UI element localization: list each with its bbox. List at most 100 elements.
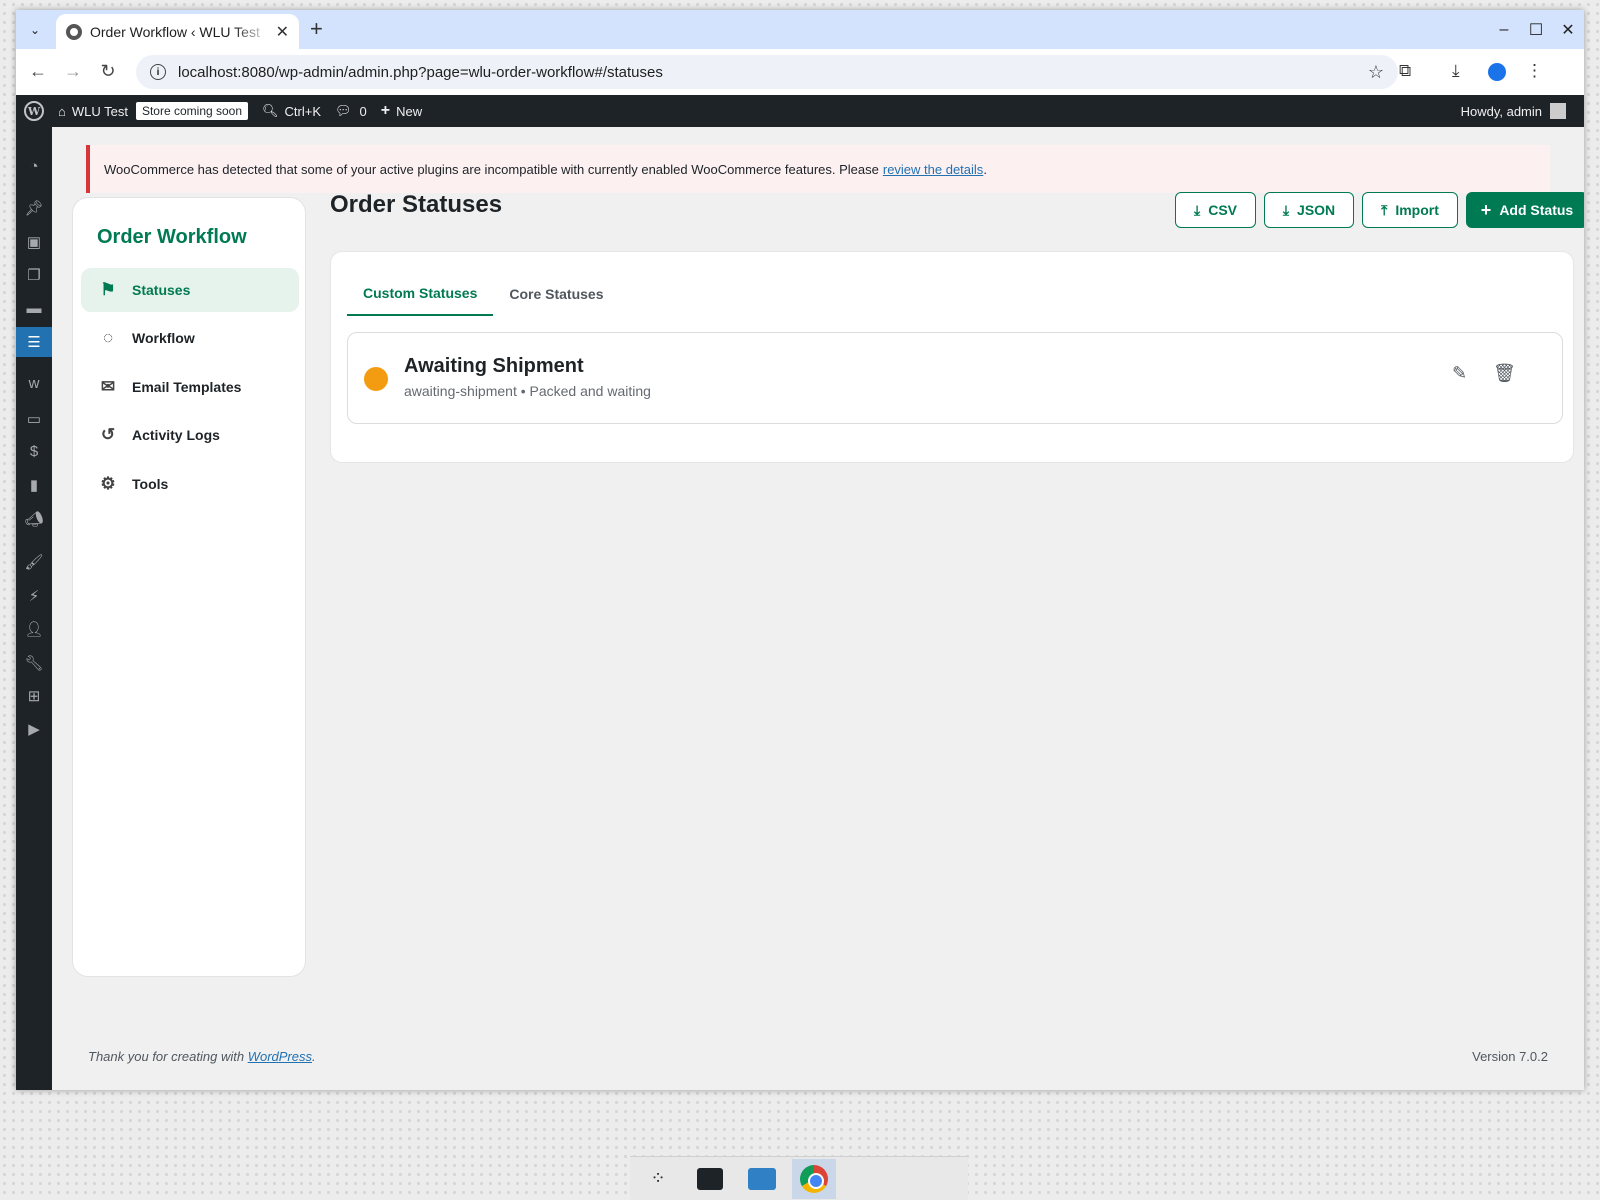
sidebar-item-label: Email Templates	[132, 379, 242, 395]
comments-link[interactable]: 💬︎ 0	[335, 103, 367, 119]
import-button[interactable]: ⤒ Import	[1362, 192, 1458, 228]
wp-admin-bar: W ⌂ WLU Test Store coming soon 🔍︎ Ctrl+K…	[16, 95, 1584, 127]
command-palette-link[interactable]: 🔍︎ Ctrl+K	[262, 103, 321, 119]
delete-trash-icon[interactable]: 🗑︎	[1493, 363, 1516, 384]
status-name: Awaiting Shipment	[404, 355, 584, 377]
add-status-button[interactable]: + Add Status	[1466, 192, 1584, 228]
upload-icon: ⤒	[1381, 201, 1388, 218]
order-workflow-menu-icon[interactable]: ☰	[16, 327, 52, 357]
sidebar-item-tools[interactable]: ⚙ Tools	[81, 462, 299, 506]
extensions-icon[interactable]: ⧉	[1399, 61, 1411, 81]
browser-tab[interactable]: Order Workflow ‹ WLU Test ✕	[56, 14, 299, 49]
search-icon: 🔍︎	[262, 103, 279, 118]
files-app-icon[interactable]	[740, 1159, 784, 1199]
wp-version: Version 7.0.2	[1472, 1049, 1548, 1064]
page-title: Order Statuses	[330, 191, 503, 218]
wordpress-link[interactable]: WordPress	[248, 1049, 312, 1064]
profile-avatar-icon[interactable]	[1488, 63, 1506, 81]
reload-icon[interactable]: ↻	[96, 61, 120, 82]
workflow-icon: ◌	[102, 328, 114, 347]
comments-menu-icon[interactable]: ▬	[16, 293, 52, 323]
site-name: WLU Test	[71, 103, 128, 119]
status-tabs: Custom Statuses Core Statuses	[347, 272, 620, 316]
envelope-icon: ✉	[100, 377, 116, 396]
search-shortcut: Ctrl+K	[284, 103, 322, 119]
export-csv-button[interactable]: ⤓ CSV	[1175, 192, 1256, 228]
site-info-icon[interactable]: i	[150, 64, 166, 80]
status-row: Awaiting Shipment awaiting-shipment • Pa…	[347, 332, 1563, 424]
wp-admin-menu: ◔ 📌︎ ▣ ❐ ▬ ☰ w ▭ $ ▮ 📣︎ 🖌︎ ⚡︎ 👤︎ 🔧︎ ⊞ ▶	[16, 127, 52, 1090]
downloads-icon[interactable]: ⤓	[1452, 61, 1460, 81]
sidebar-item-activity-logs[interactable]: ↺ Activity Logs	[81, 413, 299, 457]
payments-icon[interactable]: $	[16, 436, 52, 466]
gear-icon: ⚙	[100, 474, 116, 493]
new-content-link[interactable]: + New	[381, 102, 422, 120]
posts-icon[interactable]: 📌︎	[16, 193, 52, 223]
back-icon[interactable]: ←	[26, 61, 50, 82]
plugin-title: Order Workflow	[97, 226, 247, 248]
download-icon: ⤓	[1194, 201, 1201, 218]
browser-menu-icon[interactable]: ⋮	[1526, 61, 1543, 81]
howdy-text: Howdy, admin	[1460, 103, 1542, 119]
products-icon[interactable]: ▭	[16, 404, 52, 434]
history-icon: ↺	[100, 425, 116, 444]
bookmark-star-icon[interactable]: ☆	[1368, 62, 1384, 83]
woocommerce-notice: WooCommerce has detected that some of yo…	[86, 145, 1550, 193]
appearance-icon[interactable]: 🖌︎	[16, 547, 52, 577]
edit-pencil-icon[interactable]: ✎	[1452, 363, 1467, 384]
pages-icon[interactable]: ❐	[16, 260, 52, 290]
review-details-link[interactable]: review the details	[883, 162, 983, 177]
chrome-app-icon[interactable]	[792, 1158, 836, 1199]
minimize-icon[interactable]: –	[1488, 21, 1520, 39]
account-menu[interactable]: Howdy, admin	[1461, 103, 1566, 119]
export-json-button[interactable]: ⤓ JSON	[1264, 192, 1354, 228]
os-taskbar: ⁘	[630, 1156, 968, 1200]
site-name-link[interactable]: ⌂ WLU Test Store coming soon	[58, 102, 249, 120]
footer-thanks-prefix: Thank you for creating with	[88, 1049, 245, 1064]
close-tab-icon[interactable]: ✕	[276, 22, 289, 42]
add-status-label: Add Status	[1499, 202, 1574, 218]
wordpress-logo-icon[interactable]: W	[24, 101, 44, 121]
tab-core-statuses[interactable]: Core Statuses	[493, 272, 619, 316]
sidebar-item-email-templates[interactable]: ✉ Email Templates	[81, 365, 299, 409]
import-label: Import	[1395, 202, 1439, 218]
wordpress-favicon-icon	[66, 23, 82, 40]
dashboard-icon[interactable]: ◔	[16, 151, 52, 181]
forward-icon[interactable]: →	[61, 61, 85, 82]
sidebar-item-label: Tools	[132, 476, 169, 492]
tools-menu-icon[interactable]: 🔧︎	[16, 648, 52, 678]
settings-menu-icon[interactable]: ⊞	[16, 681, 52, 711]
wp-content-area: WooCommerce has detected that some of yo…	[52, 127, 1584, 1090]
footer-thanks-suffix: .	[312, 1049, 316, 1064]
plugins-icon[interactable]: ⚡︎	[16, 581, 52, 611]
tab-search-button[interactable]: ⌄	[24, 19, 46, 41]
marketing-icon[interactable]: 📣︎	[16, 504, 52, 534]
flag-icon: ⚑	[100, 280, 116, 299]
new-tab-button[interactable]: +	[310, 18, 323, 40]
sidebar-item-label: Workflow	[132, 330, 195, 346]
comment-icon: 💬︎	[335, 103, 352, 118]
close-window-icon[interactable]: ✕	[1552, 20, 1584, 40]
woocommerce-icon[interactable]: w	[16, 368, 52, 398]
sidebar-item-label: Activity Logs	[132, 427, 220, 443]
footer-thanks: Thank you for creating with WordPress.	[88, 1049, 316, 1064]
sidebar-item-statuses[interactable]: ⚑ Statuses	[81, 268, 299, 312]
statuses-card: Custom Statuses Core Statuses Awaiting S…	[330, 251, 1574, 463]
new-label: New	[396, 103, 423, 119]
media-icon[interactable]: ▣	[16, 227, 52, 257]
notice-text: WooCommerce has detected that some of yo…	[104, 161, 879, 177]
plus-icon: +	[1480, 199, 1492, 220]
collapse-menu-icon[interactable]: ▶	[16, 714, 52, 744]
sidebar-item-workflow[interactable]: ◌ Workflow	[81, 316, 299, 360]
status-meta: awaiting-shipment • Packed and waiting	[404, 383, 651, 399]
browser-toolbar: ← → ↻ i localhost:8080/wp-admin/admin.ph…	[16, 49, 1584, 95]
users-icon[interactable]: 👤︎	[16, 614, 52, 644]
maximize-icon[interactable]: ☐	[1520, 20, 1552, 40]
window-controls: – ☐ ✕	[1488, 10, 1584, 49]
address-bar[interactable]: i localhost:8080/wp-admin/admin.php?page…	[136, 55, 1398, 89]
terminal-app-icon[interactable]	[688, 1159, 732, 1199]
tab-custom-statuses[interactable]: Custom Statuses	[347, 272, 494, 316]
plugin-sidebar: Order Workflow ⚑ Statuses ◌ Workflow ✉ E…	[72, 197, 306, 977]
analytics-icon[interactable]: ▮	[16, 470, 52, 500]
launcher-icon[interactable]: ⁘	[636, 1159, 680, 1199]
